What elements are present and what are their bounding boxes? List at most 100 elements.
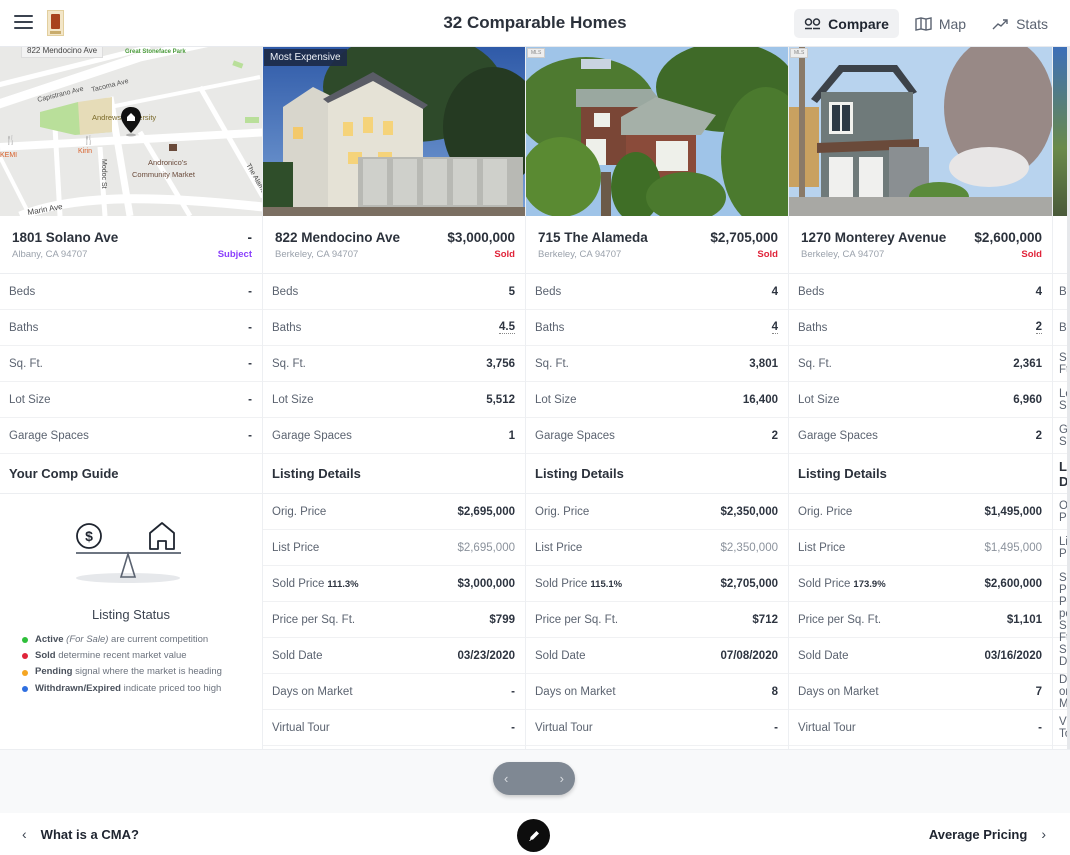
comp-row-garage: Garage Spaces 2 (526, 418, 788, 454)
comp-row-beds: Beds 4 (789, 274, 1052, 310)
subject-status-badge: Subject (217, 249, 252, 260)
comp-row-sold-date: Sold Date 07/08/2020 (526, 638, 788, 674)
row-value: 16,400 (742, 393, 778, 406)
row-value: 4 (771, 285, 778, 298)
comp-status-badge: Sold (1021, 249, 1042, 260)
chevron-left-icon: ‹ (22, 826, 27, 842)
comp-row-sold-date: Sold Date 03/23/2020 (263, 638, 525, 674)
listing-details-title: Listing Details (789, 454, 1052, 494)
map-label-restaurant: Kirin (78, 148, 92, 155)
row-label: Beds (798, 285, 825, 298)
column-pager: ‹ › (493, 762, 575, 795)
pager-area: ‹ › (0, 749, 1070, 813)
comp-row-baths: Baths 4 (526, 310, 788, 346)
comp-row-orig-price: Orig. Price $2,695,000 (263, 494, 525, 530)
row-value: 5 (508, 285, 515, 298)
row-value: $2,695,000 (457, 505, 515, 518)
row-label: Sold Date (798, 649, 849, 662)
legend-status: Pending (35, 666, 73, 678)
pager-prev-button[interactable]: ‹ (504, 771, 508, 786)
comp-city: Berkeley, CA 94707 (538, 249, 622, 260)
row-label: Price per Sq. Ft. (272, 613, 356, 626)
comp-row-list-price: List Price $2,350,000 (526, 530, 788, 566)
row-label: Orig. Price (798, 505, 853, 518)
row-label: Virtual Tour (535, 721, 593, 734)
prev-section-label: What is a CMA? (40, 826, 139, 842)
tab-map[interactable]: Map (905, 9, 976, 38)
row-value: - (248, 285, 252, 298)
row-value: - (248, 321, 252, 334)
comp-header[interactable]: 1270 Monterey Avenue Berkeley, CA 94707 … (789, 216, 1052, 274)
comp-row-list-price: List Price $1,495,000 (789, 530, 1052, 566)
legend-item: Active (For Sale) are current competitio… (22, 632, 262, 648)
tab-compare[interactable]: Compare (794, 9, 899, 38)
row-label: Beds (272, 285, 299, 298)
comp-header[interactable]: 822 Mendocino Ave Berkeley, CA 94707 $3,… (263, 216, 525, 274)
comp-row-price-per-sqft: Price per Sq. Ft. $1,101 (789, 602, 1052, 638)
legend-note: (For Sale) (66, 634, 109, 645)
pager-next-button[interactable]: › (560, 771, 564, 786)
row-value: 2 (1035, 429, 1042, 442)
row-value: $1,495,000 (984, 541, 1042, 554)
status-dot-icon (22, 637, 28, 644)
row-label: Baths (798, 321, 828, 334)
row-label: Sq. Ft. (9, 357, 43, 370)
row-value: - (1038, 721, 1042, 734)
row-value: 1 (508, 429, 515, 442)
comp-price: $2,600,000 (974, 230, 1042, 245)
legend-item: Pending signal where the market is headi… (22, 664, 262, 680)
comp-column: MLS 715 The Alameda Berkeley, CA 94707 $… (526, 47, 789, 749)
row-label: Days on Market (535, 685, 616, 698)
footer-nav: ‹ What is a CMA? Average Pricing › (0, 813, 1070, 855)
row-label: Beds (9, 285, 36, 298)
baths-value[interactable]: 4 (771, 321, 778, 334)
comp-price: $2,705,000 (710, 230, 778, 245)
row-value: - (511, 721, 515, 734)
prev-section-link[interactable]: ‹ What is a CMA? (22, 826, 139, 842)
listing-details-title: Listing Details (526, 454, 788, 494)
subject-map[interactable]: Great Stoneface Park Capistrano Ave Taco… (0, 47, 262, 216)
legend-text: Withdrawn/Expired indicate priced too hi… (35, 681, 221, 697)
subject-header[interactable]: 1801 Solano Ave Albany, CA 94707 - Subje… (0, 216, 262, 274)
row-value: $712 (752, 613, 778, 626)
row-label: Price per Sq. Ft. (798, 613, 882, 626)
comp-header[interactable]: 715 The Alameda Berkeley, CA 94707 $2,70… (526, 216, 788, 274)
comp-photo[interactable]: MLS (789, 47, 1052, 216)
comp-row-sqft: Sq. Ft. 3,756 (263, 346, 525, 382)
next-section-link[interactable]: Average Pricing › (929, 826, 1046, 842)
tab-stats-label: Stats (1016, 15, 1048, 32)
brand-logo[interactable] (47, 10, 64, 36)
row-value: - (774, 721, 778, 734)
comp-row-sold-date: Sold Date 03/16/2020 (789, 638, 1052, 674)
comp-row-baths: Baths 4.5 (263, 310, 525, 346)
legend-status: Withdrawn/Expired (35, 682, 121, 694)
status-dot-icon (22, 669, 28, 676)
tab-stats[interactable]: Stats (982, 9, 1058, 38)
row-label: Virtual Tour (272, 721, 330, 734)
house-photo (526, 47, 788, 216)
comp-row-lot: Lot Size 6,960 (789, 382, 1052, 418)
row-value: 4 (1035, 285, 1042, 298)
row-value: 2,361 (1013, 357, 1042, 370)
comp-row-beds: Beds 5 (263, 274, 525, 310)
comp-photo[interactable]: Most Expensive (263, 47, 525, 216)
menu-icon[interactable] (14, 15, 33, 29)
comp-city: Berkeley, CA 94707 (275, 249, 359, 260)
comp-row-beds: Beds 4 (526, 274, 788, 310)
comp-row-garage: Garage Spaces 2 (789, 418, 1052, 454)
row-label: Sold Date (535, 649, 586, 662)
comp-row-orig-price: Orig. Price $2,350,000 (526, 494, 788, 530)
row-value: $1,101 (1006, 613, 1042, 626)
edit-button[interactable] (517, 819, 550, 852)
comp-row-price-per-sqft: Price per Sq. Ft. $712 (526, 602, 788, 638)
row-label: Lot Size (535, 393, 577, 406)
restaurant-icon: 🍴 (83, 134, 94, 146)
comp-row-lot: Lot Size 5,512 (263, 382, 525, 418)
row-label: Lot Size (9, 393, 51, 406)
map-icon (915, 16, 932, 31)
row-label: Garage Spaces (798, 429, 878, 442)
baths-value[interactable]: 2 (1035, 321, 1042, 334)
row-label: Garage Spaces (535, 429, 615, 442)
baths-value[interactable]: 4.5 (499, 321, 515, 334)
comp-photo[interactable]: MLS (526, 47, 788, 216)
